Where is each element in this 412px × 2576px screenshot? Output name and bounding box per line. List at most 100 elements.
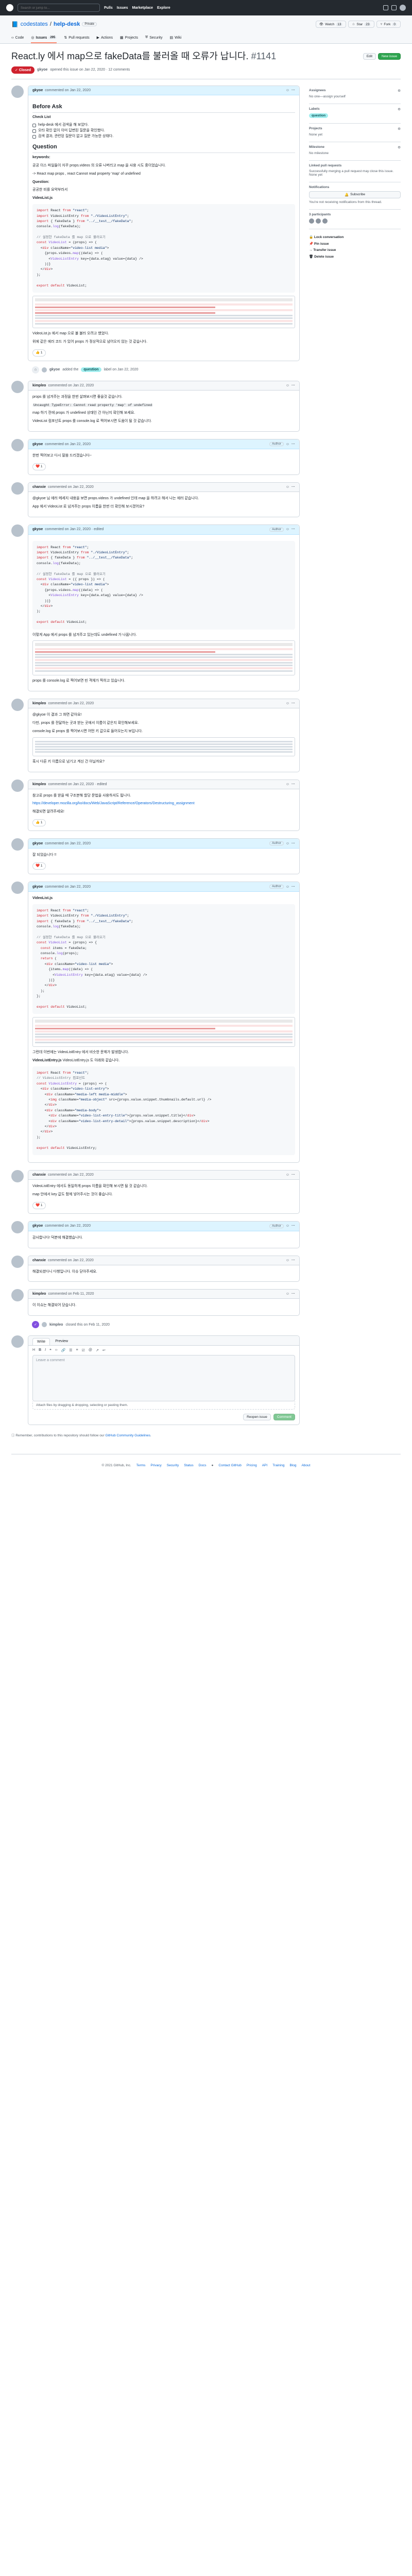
tab-code[interactable]: ‹› Code <box>11 33 24 43</box>
heading-icon[interactable]: H <box>32 1348 35 1352</box>
reaction-heart[interactable]: ❤️ 1 <box>32 862 46 870</box>
footer-link[interactable]: About <box>301 1464 310 1467</box>
kebab-menu-icon[interactable]: ··· <box>291 443 295 446</box>
smiley-icon[interactable]: ☺ <box>286 89 289 92</box>
repo-owner-link[interactable]: codestates <box>21 21 48 27</box>
comment-author[interactable]: kimpleo <box>32 702 46 705</box>
comment-date[interactable]: commented on Feb 11, 2020 <box>48 1292 94 1296</box>
smiley-icon[interactable]: ☺ <box>286 1259 289 1262</box>
smiley-icon[interactable]: ☺ <box>286 885 289 889</box>
plus-icon[interactable] <box>391 5 397 10</box>
bold-icon[interactable]: B <box>39 1348 41 1352</box>
tab-security[interactable]: ⛨ Security <box>145 33 163 43</box>
comment-date[interactable]: commented on Jan 22, 2020 · edited <box>45 528 104 531</box>
footer-link[interactable]: Status <box>184 1464 193 1467</box>
comment-date[interactable]: commented on Jan 22, 2020 <box>45 443 91 446</box>
kebab-menu-icon[interactable]: ··· <box>291 783 295 786</box>
event-actor[interactable]: kimpleo <box>49 1323 63 1327</box>
comment-date[interactable]: commented on Jan 22, 2020 <box>45 89 91 92</box>
comment-author[interactable]: gkyoe <box>32 443 43 446</box>
comment-date[interactable]: commented on Jan 22, 2020 <box>48 1259 94 1262</box>
avatar[interactable] <box>11 439 24 452</box>
smiley-icon[interactable]: ☺ <box>286 842 289 845</box>
avatar[interactable] <box>11 882 24 894</box>
mdn-link[interactable]: https://developer.mozilla.org/ko/docs/We… <box>32 802 195 805</box>
reply-icon[interactable]: ↩ <box>102 1348 106 1352</box>
tab-actions[interactable]: ▶ Actions <box>97 33 113 43</box>
italic-icon[interactable]: I <box>45 1348 46 1352</box>
smiley-icon[interactable]: ☺ <box>286 443 289 446</box>
gear-icon[interactable]: ⚙ <box>398 89 401 93</box>
comment-author[interactable]: kimpleo <box>32 384 46 387</box>
footer-link[interactable]: Pricing <box>247 1464 257 1467</box>
comment-author[interactable]: gkyoe <box>32 89 43 92</box>
event-label-pill[interactable]: question <box>81 367 101 372</box>
avatar[interactable] <box>11 699 24 711</box>
avatar[interactable] <box>42 1322 47 1328</box>
tab-wiki[interactable]: ▤ Wiki <box>170 33 182 43</box>
user-avatar[interactable] <box>400 5 406 11</box>
checkbox[interactable] <box>32 135 36 139</box>
list-ordered-icon[interactable]: ≡ <box>76 1348 78 1352</box>
link-icon[interactable]: 🔗 <box>61 1348 66 1352</box>
comment-date[interactable]: commented on Jan 22, 2020 · edited <box>48 783 107 786</box>
kebab-menu-icon[interactable]: ··· <box>291 885 295 889</box>
delete-issue-link[interactable]: 🗑 Delete issue <box>309 255 401 259</box>
smiley-icon[interactable]: ☺ <box>286 1292 289 1296</box>
pin-issue-link[interactable]: 📌 Pin issue <box>309 242 401 246</box>
avatar[interactable] <box>322 218 328 224</box>
transfer-issue-link[interactable]: → Transfer issue <box>309 248 401 252</box>
tab-issues[interactable]: ◎ Issues 295 <box>31 33 57 43</box>
comment-author[interactable]: kimpleo <box>32 783 46 786</box>
subscribe-button[interactable]: 🔔 Subscribe <box>309 191 401 198</box>
tasklist-icon[interactable]: ☑ <box>82 1348 85 1352</box>
comment-date[interactable]: commented on Jan 22, 2020 <box>48 384 94 387</box>
kebab-menu-icon[interactable]: ··· <box>291 89 295 92</box>
gear-icon[interactable]: ⚙ <box>398 107 401 111</box>
comment-author[interactable]: gkyoe <box>32 842 43 845</box>
kebab-menu-icon[interactable]: ··· <box>291 384 295 387</box>
footer-link[interactable]: Training <box>272 1464 284 1467</box>
bell-icon[interactable] <box>383 5 388 10</box>
reaction-thumbs-up[interactable]: 👍 1 <box>32 349 46 357</box>
kebab-menu-icon[interactable]: ··· <box>291 1292 295 1296</box>
search-input[interactable] <box>18 4 100 12</box>
comment-textarea[interactable]: Leave a comment <box>32 1355 295 1402</box>
comment-date[interactable]: commented on Jan 22, 2020 <box>48 1173 94 1177</box>
avatar[interactable] <box>309 218 314 224</box>
comment-date[interactable]: commented on Jan 22, 2020 <box>45 1224 91 1228</box>
footer-link[interactable]: Blog <box>289 1464 296 1467</box>
label-question[interactable]: question <box>309 113 329 118</box>
kebab-menu-icon[interactable]: ··· <box>291 1173 295 1177</box>
comment-author[interactable]: chanxie <box>32 1173 46 1177</box>
footer-link[interactable]: API <box>262 1464 267 1467</box>
quote-icon[interactable]: ❝ <box>49 1348 52 1352</box>
smiley-icon[interactable]: ☺ <box>286 702 289 705</box>
avatar[interactable] <box>11 1170 24 1182</box>
checkbox[interactable] <box>32 129 36 133</box>
fork-button[interactable]: ⑂ Fork 0 <box>376 21 401 28</box>
edit-button[interactable]: Edit <box>363 53 376 60</box>
comment-author[interactable]: gkyoe <box>32 528 43 531</box>
smiley-icon[interactable]: ☺ <box>286 1224 289 1228</box>
lock-conversation-link[interactable]: 🔒 Lock conversation <box>309 235 401 239</box>
nav-marketplace[interactable]: Marketplace <box>132 6 153 10</box>
star-button[interactable]: ☆ Star 23 <box>348 21 375 28</box>
comment-date[interactable]: commented on Jan 22, 2020 <box>48 702 94 705</box>
reference-icon[interactable]: ↗ <box>96 1348 99 1352</box>
comment-button[interactable]: Comment <box>273 1414 295 1421</box>
mention-icon[interactable]: @ <box>89 1348 92 1352</box>
kebab-menu-icon[interactable]: ··· <box>291 1259 295 1262</box>
kebab-menu-icon[interactable]: ··· <box>291 485 295 489</box>
comment-date[interactable]: commented on Jan 22, 2020 <box>45 885 91 889</box>
comment-date[interactable]: commented on Jan 22, 2020 <box>48 485 94 489</box>
new-issue-button[interactable]: New issue <box>378 53 401 60</box>
tab-pull-requests[interactable]: ⇅ Pull requests <box>64 33 89 43</box>
footer-link[interactable]: Contact GitHub <box>218 1464 241 1467</box>
avatar[interactable] <box>11 779 24 792</box>
smiley-icon[interactable]: ☺ <box>286 384 289 387</box>
comment-author[interactable]: kimpleo <box>32 1292 46 1296</box>
kebab-menu-icon[interactable]: ··· <box>291 702 295 705</box>
footer-link[interactable]: Security <box>167 1464 179 1467</box>
event-actor[interactable]: gkyoe <box>49 368 60 371</box>
